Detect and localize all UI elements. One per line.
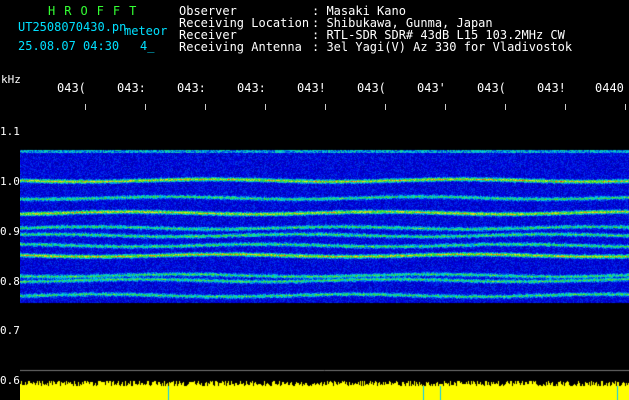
time-tick-label: 043! [297, 81, 326, 95]
filename-label: UT2508070430.pn [18, 20, 127, 34]
mode-label: meteor [124, 24, 168, 38]
field-antenna-label: Receiving Antenna [179, 40, 302, 54]
header-panel: HROFFT UT2508070430.pn meteor 25.08.07 0… [0, 0, 629, 62]
time-tick-label: 043( [477, 81, 506, 95]
time-tick-label: 043( [357, 81, 386, 95]
spectrogram-panel [20, 110, 629, 400]
spectrogram-canvas [20, 110, 629, 400]
y-tick-label: 1.0 [0, 175, 20, 188]
field-antenna-value: : 3el Yagi(V) Az 330 for Vladivostok [312, 40, 573, 54]
y-tick-label: 0.7 [0, 324, 20, 337]
time-tick-label: 043: [117, 81, 146, 95]
time-tick-label: 043' [417, 81, 446, 95]
y-tick-label: 0.8 [0, 275, 20, 288]
y-tick-label: 0.6 [0, 374, 20, 387]
datetime-label: 25.08.07 04:30 [18, 39, 120, 53]
time-tick-label: 043: [237, 81, 266, 95]
time-tick-label: 043( [57, 81, 86, 95]
time-tick-label: 043! [537, 81, 566, 95]
time-tick-label: 0440 [595, 81, 624, 95]
y-tick-label: 0.9 [0, 225, 20, 238]
time-tick-label: 043: [177, 81, 206, 95]
y-tick-label: 1.1 [0, 125, 20, 138]
extra-label: 4_ [140, 39, 155, 53]
program-title: HROFFT [48, 4, 146, 18]
